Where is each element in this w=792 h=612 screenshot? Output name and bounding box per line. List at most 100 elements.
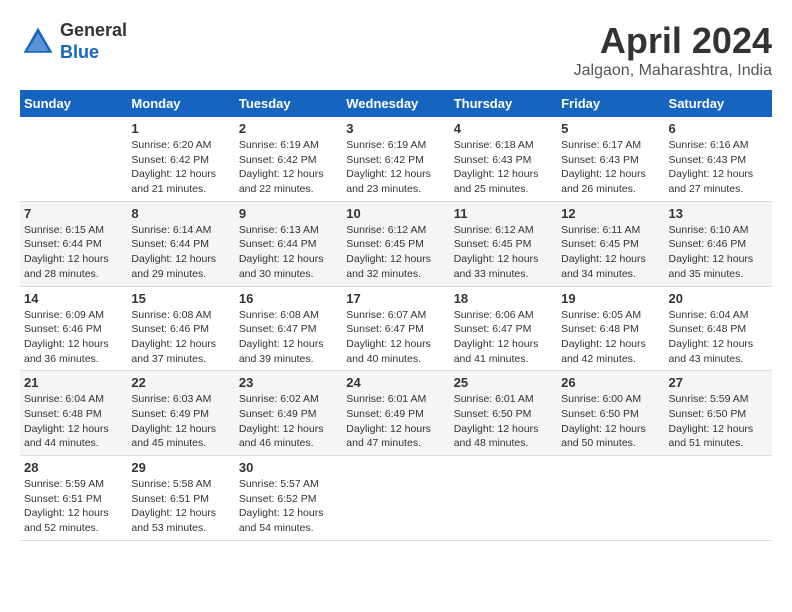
calendar-day-cell: 15 Sunrise: 6:08 AMSunset: 6:46 PMDayligh… <box>127 286 234 371</box>
day-number: 6 <box>669 121 768 136</box>
calendar-day-cell: 13Sunrise: 6:10 AMSunset: 6:46 PMDayligh… <box>665 201 772 286</box>
calendar-day-cell: 1 Sunrise: 6:20 AMSunset: 6:42 PMDaylight… <box>127 117 234 201</box>
calendar-day-cell: 21 Sunrise: 6:04 AMSunset: 6:48 PMDayligh… <box>20 371 127 456</box>
calendar-day-cell <box>665 456 772 541</box>
location-title: Jalgaon, Maharashtra, India <box>574 62 772 80</box>
day-number: 25 <box>454 375 553 390</box>
calendar-day-cell <box>20 117 127 201</box>
logo: General Blue <box>20 20 127 63</box>
calendar-day-cell: 25 Sunrise: 6:01 AMSunset: 6:50 PMDayligh… <box>450 371 557 456</box>
calendar-header-row: SundayMondayTuesdayWednesdayThursdayFrid… <box>20 90 772 117</box>
day-info: Sunrise: 6:03 AMSunset: 6:49 PMDaylight:… <box>131 392 230 451</box>
calendar-week-row: 14Sunrise: 6:09 AMSunset: 6:46 PMDayligh… <box>20 286 772 371</box>
day-number: 8 <box>131 206 230 221</box>
day-info: Sunrise: 5:58 AMSunset: 6:51 PMDaylight:… <box>131 477 230 536</box>
day-number: 16 <box>239 291 338 306</box>
calendar-day-cell: 26 Sunrise: 6:00 AMSunset: 6:50 PMDayligh… <box>557 371 664 456</box>
calendar-day-cell: 17 Sunrise: 6:07 AMSunset: 6:47 PMDayligh… <box>342 286 449 371</box>
day-number: 1 <box>131 121 230 136</box>
day-info: Sunrise: 6:20 AMSunset: 6:42 PMDaylight:… <box>131 138 230 197</box>
day-number: 26 <box>561 375 660 390</box>
calendar-week-row: 7 Sunrise: 6:15 AMSunset: 6:44 PMDaylight… <box>20 201 772 286</box>
day-info: Sunrise: 6:19 AMSunset: 6:42 PMDaylight:… <box>239 138 338 197</box>
calendar-day-cell: 30Sunrise: 5:57 AMSunset: 6:52 PMDayligh… <box>235 456 342 541</box>
day-number: 15 <box>131 291 230 306</box>
calendar-day-cell: 22 Sunrise: 6:03 AMSunset: 6:49 PMDayligh… <box>127 371 234 456</box>
weekday-header-cell: Wednesday <box>342 90 449 117</box>
day-info: Sunrise: 6:01 AMSunset: 6:50 PMDaylight:… <box>454 392 553 451</box>
calendar-body: 1 Sunrise: 6:20 AMSunset: 6:42 PMDaylight… <box>20 117 772 540</box>
calendar-week-row: 28 Sunrise: 5:59 AMSunset: 6:51 PMDayligh… <box>20 456 772 541</box>
day-number: 22 <box>131 375 230 390</box>
day-number: 27 <box>669 375 768 390</box>
day-number: 18 <box>454 291 553 306</box>
day-info: Sunrise: 6:12 AMSunset: 6:45 PMDaylight:… <box>454 223 553 282</box>
calendar-day-cell: 9 Sunrise: 6:13 AMSunset: 6:44 PMDaylight… <box>235 201 342 286</box>
day-number: 30 <box>239 460 338 475</box>
calendar-day-cell: 24 Sunrise: 6:01 AMSunset: 6:49 PMDayligh… <box>342 371 449 456</box>
day-number: 9 <box>239 206 338 221</box>
day-number: 24 <box>346 375 445 390</box>
calendar-day-cell: 10Sunrise: 6:12 AMSunset: 6:45 PMDayligh… <box>342 201 449 286</box>
day-info: Sunrise: 6:14 AMSunset: 6:44 PMDaylight:… <box>131 223 230 282</box>
day-number: 10 <box>346 206 445 221</box>
calendar-day-cell: 7 Sunrise: 6:15 AMSunset: 6:44 PMDaylight… <box>20 201 127 286</box>
weekday-header-cell: Sunday <box>20 90 127 117</box>
calendar-day-cell: 19 Sunrise: 6:05 AMSunset: 6:48 PMDayligh… <box>557 286 664 371</box>
month-title: April 2024 <box>574 20 772 62</box>
day-info: Sunrise: 6:02 AMSunset: 6:49 PMDaylight:… <box>239 392 338 451</box>
calendar-day-cell <box>342 456 449 541</box>
weekday-header-cell: Thursday <box>450 90 557 117</box>
day-number: 20 <box>669 291 768 306</box>
calendar-day-cell: 14Sunrise: 6:09 AMSunset: 6:46 PMDayligh… <box>20 286 127 371</box>
day-info: Sunrise: 6:16 AMSunset: 6:43 PMDaylight:… <box>669 138 768 197</box>
day-info: Sunrise: 6:13 AMSunset: 6:44 PMDaylight:… <box>239 223 338 282</box>
day-number: 3 <box>346 121 445 136</box>
day-number: 14 <box>24 291 123 306</box>
day-info: Sunrise: 6:05 AMSunset: 6:48 PMDaylight:… <box>561 308 660 367</box>
calendar-day-cell: 16 Sunrise: 6:08 AMSunset: 6:47 PMDayligh… <box>235 286 342 371</box>
day-info: Sunrise: 6:17 AMSunset: 6:43 PMDaylight:… <box>561 138 660 197</box>
calendar-day-cell: 18Sunrise: 6:06 AMSunset: 6:47 PMDayligh… <box>450 286 557 371</box>
day-info: Sunrise: 6:10 AMSunset: 6:46 PMDaylight:… <box>669 223 768 282</box>
day-info: Sunrise: 5:59 AMSunset: 6:50 PMDaylight:… <box>669 392 768 451</box>
weekday-header-cell: Saturday <box>665 90 772 117</box>
day-number: 7 <box>24 206 123 221</box>
day-number: 12 <box>561 206 660 221</box>
day-number: 17 <box>346 291 445 306</box>
calendar-week-row: 1 Sunrise: 6:20 AMSunset: 6:42 PMDaylight… <box>20 117 772 201</box>
day-number: 5 <box>561 121 660 136</box>
day-info: Sunrise: 6:18 AMSunset: 6:43 PMDaylight:… <box>454 138 553 197</box>
day-number: 19 <box>561 291 660 306</box>
day-info: Sunrise: 6:01 AMSunset: 6:49 PMDaylight:… <box>346 392 445 451</box>
day-info: Sunrise: 5:59 AMSunset: 6:51 PMDaylight:… <box>24 477 123 536</box>
logo-text: General Blue <box>60 20 127 63</box>
calendar-day-cell <box>450 456 557 541</box>
day-number: 23 <box>239 375 338 390</box>
day-info: Sunrise: 6:11 AMSunset: 6:45 PMDaylight:… <box>561 223 660 282</box>
day-info: Sunrise: 6:08 AMSunset: 6:46 PMDaylight:… <box>131 308 230 367</box>
day-number: 21 <box>24 375 123 390</box>
calendar-day-cell: 8 Sunrise: 6:14 AMSunset: 6:44 PMDaylight… <box>127 201 234 286</box>
day-info: Sunrise: 6:15 AMSunset: 6:44 PMDaylight:… <box>24 223 123 282</box>
day-info: Sunrise: 6:08 AMSunset: 6:47 PMDaylight:… <box>239 308 338 367</box>
day-info: Sunrise: 6:00 AMSunset: 6:50 PMDaylight:… <box>561 392 660 451</box>
logo-icon <box>20 24 56 60</box>
calendar-day-cell: 11 Sunrise: 6:12 AMSunset: 6:45 PMDayligh… <box>450 201 557 286</box>
calendar-day-cell: 28 Sunrise: 5:59 AMSunset: 6:51 PMDayligh… <box>20 456 127 541</box>
calendar-day-cell: 20Sunrise: 6:04 AMSunset: 6:48 PMDayligh… <box>665 286 772 371</box>
calendar-day-cell: 2 Sunrise: 6:19 AMSunset: 6:42 PMDaylight… <box>235 117 342 201</box>
day-number: 28 <box>24 460 123 475</box>
day-number: 29 <box>131 460 230 475</box>
calendar-day-cell: 6 Sunrise: 6:16 AMSunset: 6:43 PMDaylight… <box>665 117 772 201</box>
calendar-day-cell: 27 Sunrise: 5:59 AMSunset: 6:50 PMDayligh… <box>665 371 772 456</box>
day-number: 2 <box>239 121 338 136</box>
day-number: 4 <box>454 121 553 136</box>
day-info: Sunrise: 6:04 AMSunset: 6:48 PMDaylight:… <box>24 392 123 451</box>
title-block: April 2024 Jalgaon, Maharashtra, India <box>574 20 772 80</box>
calendar-day-cell: 29 Sunrise: 5:58 AMSunset: 6:51 PMDayligh… <box>127 456 234 541</box>
page-header: General Blue April 2024 Jalgaon, Maharas… <box>20 20 772 80</box>
day-number: 11 <box>454 206 553 221</box>
calendar-day-cell: 4 Sunrise: 6:18 AMSunset: 6:43 PMDaylight… <box>450 117 557 201</box>
day-info: Sunrise: 6:07 AMSunset: 6:47 PMDaylight:… <box>346 308 445 367</box>
